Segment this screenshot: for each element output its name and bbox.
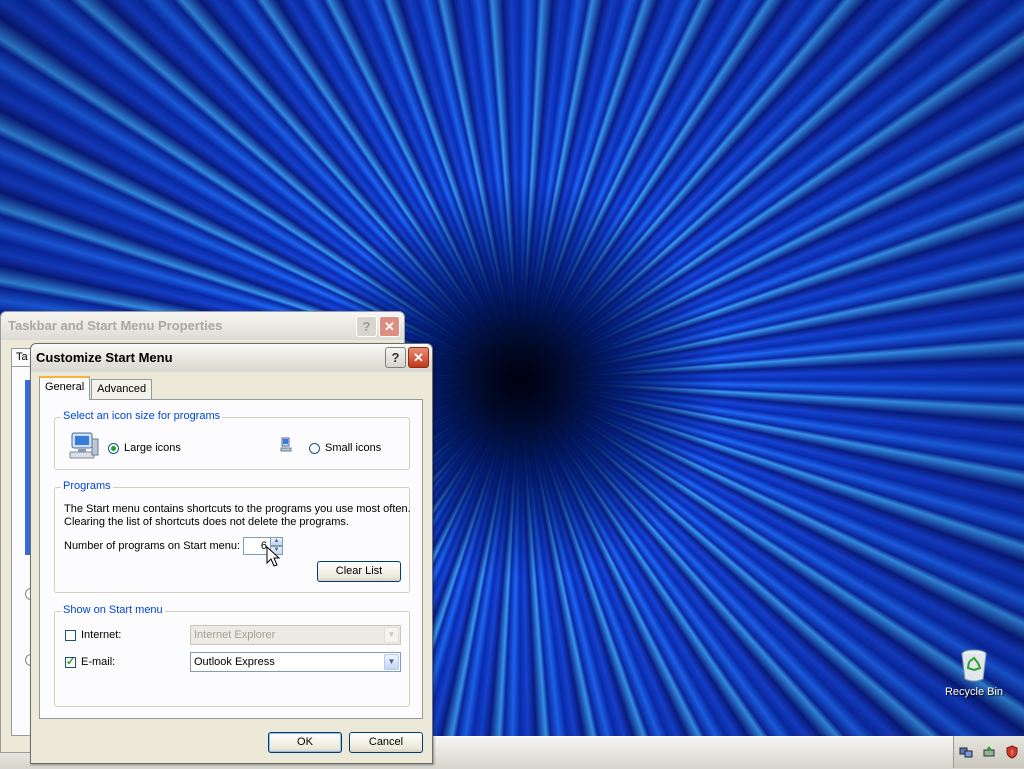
recycle-bin-icon	[961, 649, 987, 682]
recycle-bin-shortcut[interactable]: Recycle Bin	[942, 648, 1006, 698]
internet-browser-value: Internet Explorer	[194, 629, 276, 641]
internet-checkbox[interactable]	[65, 630, 76, 641]
mouse-cursor-icon	[266, 546, 280, 567]
chevron-down-icon[interactable]: ▼	[384, 654, 399, 670]
programs-group-title: Programs	[61, 480, 113, 492]
customize-start-menu-dialog[interactable]: Customize Start Menu ? ✕ General Advance…	[30, 343, 433, 764]
programs-group: Programs The Start menu contains shortcu…	[54, 480, 411, 593]
svg-text:!: !	[1011, 749, 1014, 757]
email-checkbox[interactable]	[65, 655, 76, 668]
email-client-value: Outlook Express	[194, 656, 275, 668]
small-icons-icon	[280, 437, 292, 452]
system-tray: !	[953, 736, 1024, 768]
back-window-title: Taskbar and Start Menu Properties	[1, 312, 404, 340]
show-on-start-menu-group: Show on Start menu Internet: Internet Ex…	[54, 604, 410, 707]
general-tab-panel: Select an icon size for programs Large i…	[39, 399, 423, 719]
large-icons-icon	[69, 432, 99, 459]
icon-size-group: Select an icon size for programs Large i…	[54, 410, 410, 470]
program-count-label: Number of programs on Start menu:	[64, 540, 241, 552]
spinner-up-icon[interactable]: ▲	[270, 537, 283, 546]
dialog-title: Customize Start Menu	[31, 344, 432, 372]
email-client-select[interactable]: Outlook Express ▼	[190, 652, 401, 672]
safely-remove-hardware-icon[interactable]	[982, 745, 996, 759]
security-shield-icon[interactable]: !	[1005, 745, 1019, 759]
chevron-down-icon: ▼	[384, 627, 399, 643]
clear-list-button[interactable]: Clear List	[317, 561, 401, 582]
internet-label[interactable]: Internet:	[81, 629, 121, 641]
email-label[interactable]: E-mail:	[81, 656, 115, 668]
tab-advanced[interactable]: Advanced	[91, 379, 153, 399]
small-icons-radio[interactable]	[309, 443, 320, 454]
small-icons-label[interactable]: Small icons	[325, 442, 381, 454]
tab-strip: General Advanced	[39, 376, 153, 400]
recycle-bin-label: Recycle Bin	[944, 686, 1004, 698]
programs-description-line1: The Start menu contains shortcuts to the…	[64, 503, 411, 515]
programs-description-line2: Clearing the list of shortcuts does not …	[64, 516, 349, 528]
large-icons-radio[interactable]	[108, 443, 119, 454]
network-icon[interactable]	[959, 745, 973, 759]
back-close-button[interactable]: ✕	[379, 316, 400, 337]
back-help-button[interactable]: ?	[356, 316, 377, 337]
icon-size-group-title: Select an icon size for programs	[61, 410, 223, 422]
close-button[interactable]: ✕	[408, 347, 429, 368]
internet-browser-select[interactable]: Internet Explorer ▼	[190, 625, 401, 645]
help-button[interactable]: ?	[385, 347, 406, 368]
tab-general[interactable]: General	[39, 376, 91, 400]
cancel-button[interactable]: Cancel	[349, 732, 423, 753]
show-group-title: Show on Start menu	[61, 604, 165, 616]
large-icons-label[interactable]: Large icons	[124, 442, 181, 454]
ok-button[interactable]: OK	[268, 732, 342, 753]
